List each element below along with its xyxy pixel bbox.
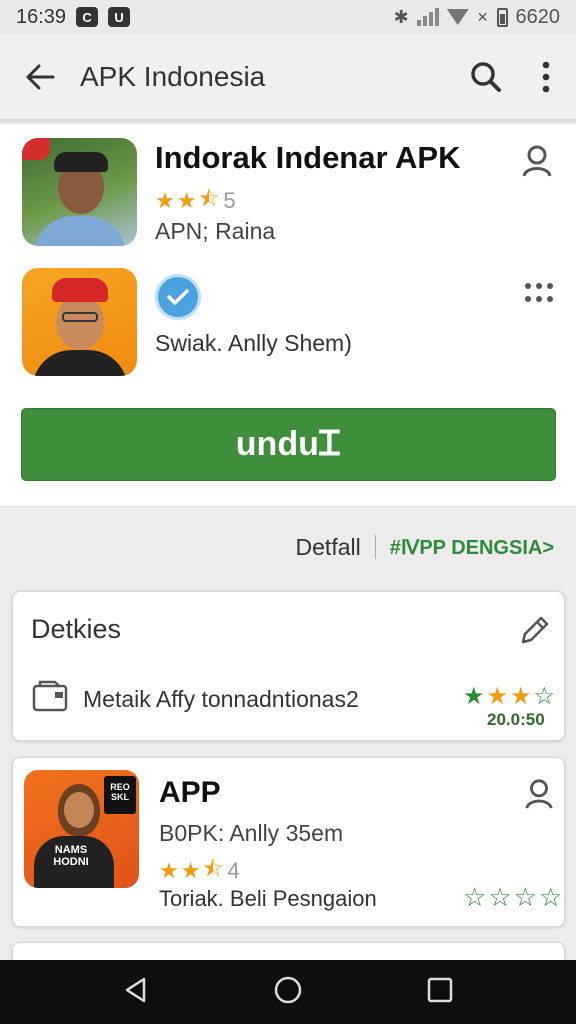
- page-title: APK Indonesia: [80, 60, 266, 92]
- user-icon: [525, 779, 553, 809]
- shirt-text: NAMS HODNI: [53, 844, 89, 868]
- mute-icon: ✕: [476, 8, 489, 25]
- user-icon: [522, 145, 552, 177]
- details-card: Detkies Metaik Affy tonnadntionas2 ★ ★ ★…: [12, 591, 565, 741]
- star-outline-icon: ☆: [513, 882, 537, 912]
- star-outline-icon: ☆: [538, 882, 563, 912]
- details-heading: Detkies: [31, 614, 122, 644]
- detail-tabs: Detfall #ⅣPP DENGSIA>: [0, 527, 576, 567]
- status-time: 16:39: [16, 5, 67, 28]
- held-sign: REO SKL: [104, 776, 136, 814]
- status-bar: 16:39 C U ✱ ✕ 6620: [0, 0, 576, 34]
- app-card-description: Toriak. Beli Pesngaion: [159, 886, 377, 911]
- system-nav-bar: [0, 960, 576, 1024]
- back-button[interactable]: [0, 63, 80, 91]
- app-card-subtitle: B0PK: Anlly 35em: [159, 820, 344, 846]
- wifi-icon: [446, 9, 469, 25]
- check-icon: [167, 289, 189, 305]
- details-rating: ★ ★ ★ ☆: [463, 682, 555, 711]
- divider: [374, 535, 376, 559]
- profile-button[interactable]: [520, 144, 554, 183]
- nav-recents-button[interactable]: [426, 976, 454, 1009]
- search-icon: [471, 61, 501, 92]
- star-icon: ★: [510, 683, 532, 710]
- half-star-icon: ⯪: [202, 856, 224, 881]
- app-rating: ★ ★ ⯪ 5: [155, 182, 236, 220]
- nav-home-button[interactable]: [273, 975, 303, 1010]
- developer-avatar[interactable]: [22, 268, 137, 376]
- corner-badge: [22, 138, 50, 160]
- app-card-profile-button[interactable]: [523, 778, 555, 815]
- app-card-title: APP: [159, 776, 221, 809]
- star-icon: ★: [176, 188, 197, 213]
- developer-more-button[interactable]: [524, 282, 554, 309]
- nav-back-button[interactable]: [122, 976, 150, 1009]
- star-icon: ★: [180, 858, 201, 883]
- verified-badge: [155, 274, 201, 320]
- app-notification-icon: U: [108, 7, 131, 27]
- tab-app-link[interactable]: #ⅣPP DENGSIA>: [390, 535, 554, 560]
- bluetooth-icon: ✱: [393, 6, 409, 27]
- app-card-image: NAMS HODNI REO SKL: [24, 770, 139, 888]
- details-value: 20.0:50: [487, 710, 545, 729]
- signal-icon: [416, 8, 439, 26]
- download-button[interactable]: unduᏆ: [21, 408, 556, 481]
- overflow-menu-button[interactable]: [516, 61, 576, 93]
- star-icon: ★: [486, 683, 509, 710]
- star-icon: ★: [463, 683, 485, 710]
- more-vert-icon: [542, 61, 550, 92]
- battery-icon: [496, 7, 508, 27]
- star-outline-icon: ☆: [533, 683, 556, 710]
- developer-name: Swiak. Anlly Shem): [155, 330, 352, 356]
- app-icon-avatar[interactable]: [22, 138, 137, 246]
- arrow-left-icon: [26, 64, 55, 89]
- app-bar: APK Indonesia: [0, 34, 576, 120]
- more-grid-icon: [525, 283, 553, 302]
- app-card[interactable]: NAMS HODNI REO SKL APP B0PK: Anlly 35em …: [12, 757, 565, 927]
- circle-home-icon: [274, 976, 302, 1003]
- star-outline-icon: ☆: [488, 882, 512, 912]
- details-item[interactable]: Metaik Affy tonnadntionas2: [83, 686, 359, 713]
- app-title: Indorak Indenar APK: [155, 140, 461, 175]
- status-right-text: 6620: [515, 5, 561, 28]
- app-card-rating: ★ ★ ⯪ 4: [159, 852, 240, 890]
- pencil-icon: [521, 616, 549, 644]
- app-subtitle: APN; Raina: [155, 218, 276, 244]
- star-icon: ★: [159, 858, 179, 883]
- rating-count: 5: [223, 188, 236, 213]
- half-star-icon: ⯪: [198, 186, 220, 211]
- square-recents-icon: [428, 977, 453, 1002]
- star-outline-icon: ☆: [463, 882, 487, 912]
- folder-icon: [31, 678, 71, 719]
- app-card-outline-rating: ☆ ☆ ☆ ☆: [463, 882, 562, 913]
- app-card-rating-count: 4: [227, 858, 240, 883]
- app-header-card: Indorak Indenar APK ★ ★ ⯪ 5 APN; Raina S…: [0, 124, 576, 507]
- tab-detail[interactable]: Detfall: [296, 534, 361, 561]
- edit-button[interactable]: [517, 614, 551, 653]
- star-icon: ★: [155, 188, 175, 213]
- search-button[interactable]: [456, 61, 516, 93]
- triangle-back-icon: [125, 977, 145, 1002]
- notification-icon: C: [76, 7, 99, 27]
